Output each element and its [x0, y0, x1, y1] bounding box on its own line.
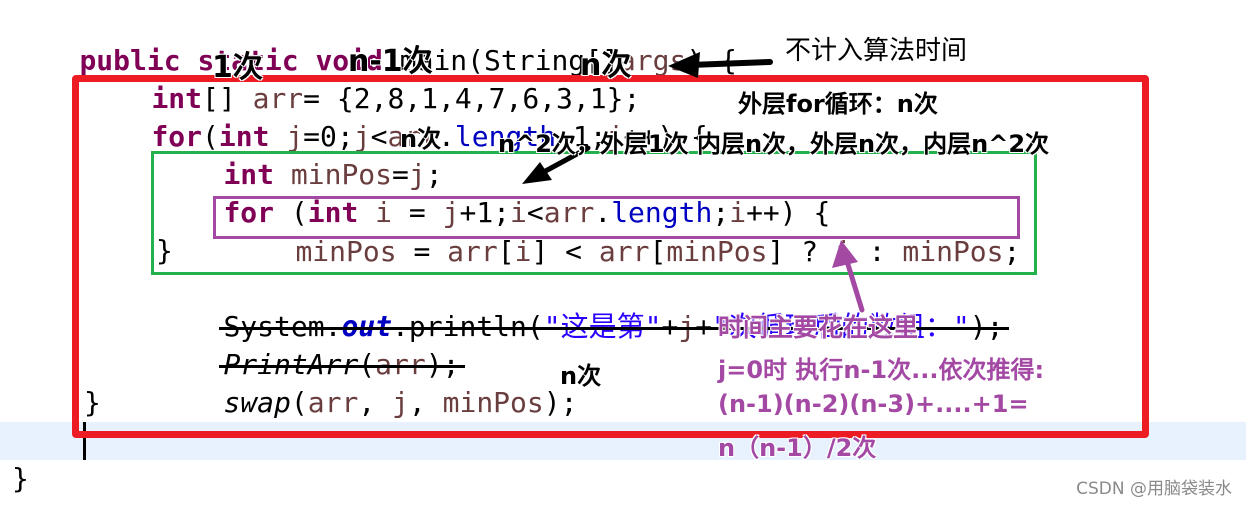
annotation-n-times-top: n次 [580, 48, 632, 83]
annotation-one-time: 1次 [212, 50, 263, 85]
annotation-not-counted: 不计入算法时间 [785, 36, 968, 66]
annotation-n-squared: n^2次，外层1次 内层n次，外层n次，内层n^2次 [498, 130, 1050, 158]
annotation-main-cost-result: n（n-1）/2次 [718, 434, 877, 462]
annotation-outer-for: 外层for循环：n次 [738, 90, 938, 118]
arrow-not-counted [668, 52, 773, 78]
annotation-swap: n次 [560, 362, 602, 390]
annotation-n-minus-1: n-1次 [348, 44, 433, 79]
annotation-main-cost-derivation: j=0时 执行n-1次...依次推得: [718, 356, 1045, 384]
code-editor[interactable]: public static void main(String[]args) { … [0, 0, 1246, 505]
annotation-main-cost-series: (n-1)(n-2)(n-3)+....+1= [718, 390, 1029, 418]
annotation-main-cost-title: 时间主要花在这里 [718, 313, 919, 342]
arrow-main-cost [832, 240, 865, 313]
annotation-minpos: n次 [400, 125, 442, 153]
csdn-watermark: CSDN @用脑袋装水 [1076, 479, 1232, 499]
